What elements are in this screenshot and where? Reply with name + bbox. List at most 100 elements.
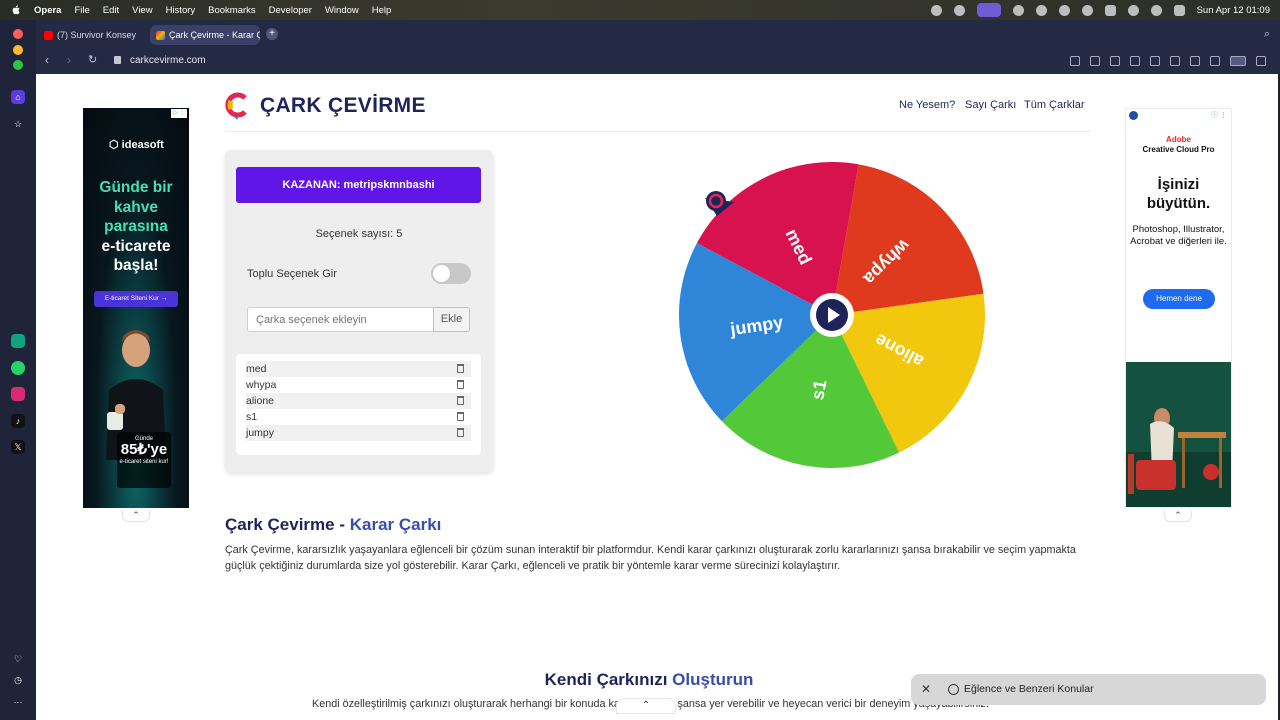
- nav-ne-yesem[interactable]: Ne Yesem?: [899, 99, 955, 111]
- instagram-icon[interactable]: [11, 387, 25, 401]
- tab-search-icon[interactable]: ⌕: [1264, 28, 1270, 41]
- ad-headline: Günde bir kahve parasına e-ticarete başl…: [99, 179, 173, 274]
- ad-banner-ideasoft[interactable]: ▷ ⋮ ⬡ ideasoft Günde bir kahve parasına …: [83, 108, 189, 508]
- winner-banner[interactable]: KAZANAN: metripskmnbashi: [236, 167, 481, 203]
- related-topics-toast[interactable]: ✕ Eğlence ve Benzeri Konular: [911, 674, 1266, 705]
- menu-file[interactable]: File: [74, 5, 89, 16]
- vpn-icon[interactable]: [1130, 56, 1140, 66]
- wheel-control-panel: KAZANAN: metripskmnbashi Seçenek sayısı:…: [225, 150, 493, 472]
- home-icon[interactable]: ⌂: [11, 90, 25, 104]
- ad-cta-button[interactable]: Hemen dene: [1143, 289, 1215, 309]
- status-chatgpt-icon[interactable]: [1035, 4, 1047, 16]
- status-control-center-icon[interactable]: [1173, 4, 1185, 16]
- status-circle-icon[interactable]: [953, 4, 965, 16]
- menu-help[interactable]: Help: [372, 5, 392, 16]
- menu-app-name[interactable]: Opera: [34, 5, 61, 16]
- trash-icon[interactable]: [457, 428, 464, 437]
- extensions-icon[interactable]: [1256, 56, 1266, 66]
- status-play-icon[interactable]: [1081, 4, 1093, 16]
- menu-view[interactable]: View: [132, 5, 152, 16]
- status-wifi-icon[interactable]: [1127, 4, 1139, 16]
- ideasoft-logo-icon: ⬡: [109, 139, 122, 151]
- nav-tum-carklar[interactable]: Tüm Çarklar: [1024, 99, 1085, 111]
- site-logo-text[interactable]: ÇARK ÇEVİRME: [260, 94, 426, 118]
- ad-choices-icon[interactable]: ⓘ ⋮: [1211, 110, 1227, 120]
- edit-icon[interactable]: [1070, 56, 1080, 66]
- trash-icon[interactable]: [457, 396, 464, 405]
- wheel-segment: [832, 164, 984, 315]
- ad-info-icon[interactable]: [1129, 111, 1138, 120]
- option-label: med: [246, 363, 267, 375]
- info-icon: [948, 684, 959, 695]
- menu-bookmarks[interactable]: Bookmarks: [208, 5, 256, 16]
- tab-cark-cevirme[interactable]: Çark Çevirme - Karar Ça: [150, 25, 260, 45]
- add-option-button[interactable]: Ekle: [433, 307, 470, 332]
- status-search-icon[interactable]: [1150, 4, 1162, 16]
- list-item: med: [246, 361, 471, 377]
- ad-choices-icon[interactable]: ▷ ⋮: [171, 109, 187, 118]
- close-icon[interactable]: ✕: [921, 682, 931, 696]
- header-divider: [225, 131, 1091, 132]
- heart-icon[interactable]: [1170, 56, 1180, 66]
- window-close-button[interactable]: [13, 29, 23, 39]
- heart-icon[interactable]: ♡: [11, 652, 25, 666]
- cark-logo-icon[interactable]: [225, 91, 249, 121]
- youtube-icon: [44, 30, 53, 40]
- ad-cta-button[interactable]: E-ticaret Siteni Kur →: [94, 291, 178, 307]
- tab-bar: (7) Survivor Konsey Çark Çevirme - Karar…: [36, 20, 1280, 48]
- option-input[interactable]: [247, 307, 434, 332]
- status-battery-icon[interactable]: [1104, 4, 1116, 16]
- status-record-icon[interactable]: [930, 4, 942, 16]
- history-clock-icon[interactable]: ◷: [11, 673, 25, 687]
- menu-developer[interactable]: Developer: [269, 5, 312, 16]
- menu-icon[interactable]: [1210, 56, 1220, 66]
- tab-survivor[interactable]: (7) Survivor Konsey: [38, 25, 146, 45]
- bulk-entry-toggle[interactable]: [431, 263, 471, 284]
- spin-wheel[interactable]: med whypaaliones1jumpy: [677, 160, 987, 470]
- toast-label: Eğlence ve Benzeri Konular: [964, 683, 1094, 695]
- apple-logo-icon[interactable]: [10, 4, 22, 16]
- ad-collapse-left-icon[interactable]: ⌃: [122, 510, 150, 522]
- url-field[interactable]: carkcevirme.com: [130, 55, 206, 66]
- reload-icon[interactable]: ↻: [88, 53, 97, 66]
- forward-icon[interactable]: ›: [67, 53, 71, 67]
- trash-icon[interactable]: [457, 380, 464, 389]
- whatsapp-icon[interactable]: [11, 361, 25, 375]
- section-description: Çark Çevirme, kararsızlık yaşayanlara eğ…: [225, 544, 1076, 572]
- trash-icon[interactable]: [457, 364, 464, 373]
- new-tab-button[interactable]: +: [266, 28, 278, 40]
- trash-icon[interactable]: [457, 412, 464, 421]
- aria-icon[interactable]: ☆: [11, 117, 25, 131]
- status-screen-share-icon[interactable]: [976, 3, 1001, 17]
- scroll-up-chevron-icon[interactable]: ⌃: [616, 698, 676, 714]
- ad-photo-image: [1126, 362, 1231, 507]
- option-label: alione: [246, 395, 275, 407]
- play-icon[interactable]: [1150, 56, 1160, 66]
- tiktok-icon[interactable]: ♪: [11, 414, 25, 428]
- menu-history[interactable]: History: [166, 5, 196, 16]
- nav-sayi-carki[interactable]: Sayı Çarkı: [965, 99, 1016, 111]
- ad-collapse-right-icon[interactable]: ⌃: [1164, 510, 1192, 522]
- opera-sidebar: ⌂ ☆ ♪ 𝕏 ♡ ◷ ···: [0, 20, 36, 720]
- menu-edit[interactable]: Edit: [103, 5, 119, 16]
- window-zoom-button[interactable]: [13, 60, 23, 70]
- status-cloud-icon[interactable]: [1012, 4, 1024, 16]
- window-minimize-button[interactable]: [13, 45, 23, 55]
- back-icon[interactable]: ‹: [45, 53, 49, 67]
- shield-icon[interactable]: [1110, 56, 1120, 66]
- menu-window[interactable]: Window: [325, 5, 359, 16]
- tab-label: Çark Çevirme - Karar Ça: [169, 30, 260, 40]
- cark-favicon-icon: [156, 30, 165, 40]
- download-icon[interactable]: [1190, 56, 1200, 66]
- lock-icon[interactable]: [114, 56, 121, 64]
- chatgpt-icon[interactable]: [11, 334, 25, 348]
- ad-banner-adobe[interactable]: ⓘ ⋮ Adobe Creative Cloud Pro İşinizi büy…: [1125, 108, 1232, 508]
- camera-icon[interactable]: [1090, 56, 1100, 66]
- profile-icon[interactable]: [1230, 56, 1246, 66]
- option-label: jumpy: [246, 427, 275, 439]
- more-icon[interactable]: ···: [11, 695, 25, 709]
- menubar-datetime[interactable]: Sun Apr 12 01:09: [1197, 5, 1270, 16]
- x-twitter-icon[interactable]: 𝕏: [11, 440, 25, 454]
- status-user-icon[interactable]: [1058, 4, 1070, 16]
- ad-brand: ⬡ ideasoft: [109, 139, 164, 151]
